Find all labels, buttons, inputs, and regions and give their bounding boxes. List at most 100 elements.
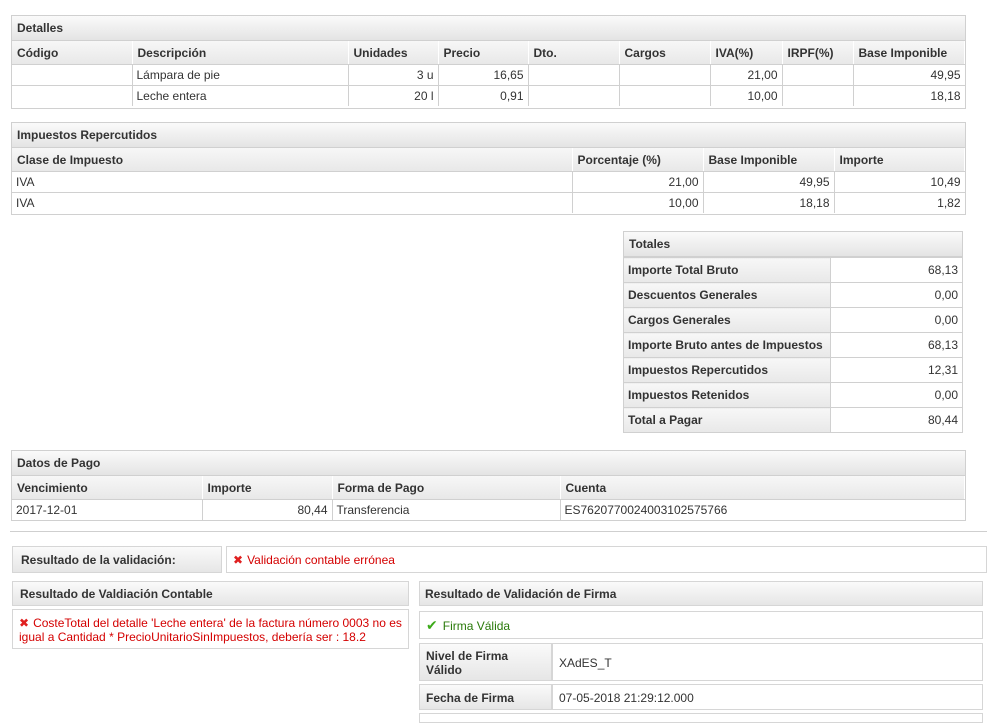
table-row: Impuestos Retenidos 0,00 [624, 382, 962, 408]
pago-panel: Datos de Pago Vencimiento Importe Forma … [11, 450, 966, 521]
cell-forma-pago: Transferencia [331, 499, 561, 520]
detalles-title: Detalles [12, 16, 965, 41]
cell-irpf [781, 64, 854, 86]
col-irpf: IRPF(%) [782, 41, 854, 65]
table-row: Lámpara de pie 3 u 16,65 21,00 49,95 [12, 64, 965, 86]
impuestos-table: Clase de Impuesto Porcentaje (%) Base Im… [12, 148, 965, 213]
cell-precio: 16,65 [437, 64, 529, 86]
col-cuenta: Cuenta [560, 476, 965, 500]
cell-porcentaje: 10,00 [571, 192, 704, 213]
col-vencimiento: Vencimiento [12, 476, 203, 500]
cell-dto [527, 85, 620, 106]
cell-base: 49,95 [852, 64, 965, 86]
cell-cargos [618, 85, 711, 106]
total-label: Importe Bruto antes de Impuestos [624, 332, 831, 358]
totales-panel: Totales Importe Total Bruto 68,13 Descue… [623, 231, 963, 433]
pago-header-row: Vencimiento Importe Forma de Pago Cuenta [12, 476, 965, 500]
col-importe: Importe [834, 148, 965, 172]
fecha-firma-label: Fecha de Firma [419, 684, 552, 710]
cell-dto [527, 64, 620, 86]
validation-result-value: ✖ Validación contable errónea [226, 546, 987, 573]
cell-precio: 0,91 [437, 85, 529, 106]
table-row: Impuestos Repercutidos 12,31 [624, 357, 962, 383]
cell-vencimiento: 2017-12-01 [12, 499, 203, 520]
nivel-firma-value: XAdES_T [559, 656, 612, 670]
cell-clase: IVA [12, 171, 573, 193]
col-precio: Precio [438, 41, 529, 65]
cell-irpf [781, 85, 854, 106]
validation-result-text: Validación contable errónea [247, 553, 395, 567]
col-base-imponible: Base Imponible [703, 148, 835, 172]
impuestos-panel: Impuestos Repercutidos Clase de Impuesto… [11, 122, 966, 215]
table-row: Descuentos Generales 0,00 [624, 282, 962, 308]
validation-result-label: Resultado de la validación: [12, 546, 222, 573]
total-value: 0,00 [829, 382, 962, 408]
error-x-icon: ✖ [233, 553, 244, 567]
total-value: 0,00 [829, 307, 962, 333]
impuestos-header-row: Clase de Impuesto Porcentaje (%) Base Im… [12, 148, 965, 172]
firma-result-text: Firma Válida [442, 619, 511, 633]
fecha-firma-value-box: 07-05-2018 21:29:12.000 [552, 684, 983, 710]
cell-descripcion: Lámpara de pie [131, 64, 349, 86]
nivel-firma-label: Nivel de Firma Válido [419, 643, 552, 681]
total-label: Cargos Generales [624, 307, 831, 333]
cell-clase: IVA [12, 192, 573, 213]
table-row: IVA 21,00 49,95 10,49 [12, 171, 965, 193]
check-icon: ✔ [426, 618, 438, 634]
cell-iva: 10,00 [709, 85, 783, 106]
total-label: Total a Pagar [624, 407, 831, 432]
fecha-firma-value: 07-05-2018 21:29:12.000 [559, 691, 694, 705]
next-row-partial [419, 713, 983, 723]
total-value: 68,13 [829, 332, 962, 358]
table-row: IVA 10,00 18,18 1,82 [12, 192, 965, 213]
col-unidades: Unidades [348, 41, 439, 65]
detalles-table: Código Descripción Unidades Precio Dto. … [12, 41, 965, 106]
col-iva: IVA(%) [710, 41, 783, 65]
cell-unidades: 20 l [347, 85, 439, 106]
impuestos-title: Impuestos Repercutidos [12, 123, 965, 148]
cell-iva: 21,00 [709, 64, 783, 86]
col-cargos: Cargos [619, 41, 711, 65]
total-value: 68,13 [829, 257, 962, 283]
pago-table: Vencimiento Importe Forma de Pago Cuenta… [12, 476, 965, 520]
nivel-firma-value-box: XAdES_T [552, 643, 983, 681]
cell-codigo [12, 85, 133, 106]
col-dto: Dto. [528, 41, 620, 65]
col-forma-pago: Forma de Pago [332, 476, 561, 500]
col-base-imponible: Base Imponible [853, 41, 965, 65]
contable-message: CosteTotal del detalle 'Leche entera' de… [19, 616, 402, 644]
total-label: Importe Total Bruto [624, 257, 831, 283]
totales-table: Importe Total Bruto 68,13 Descuentos Gen… [624, 257, 962, 432]
divider [10, 531, 987, 532]
cell-importe: 1,82 [833, 192, 965, 213]
total-value: 80,44 [829, 407, 962, 432]
cell-porcentaje: 21,00 [571, 171, 704, 193]
cell-cuenta: ES7620770024003102575766 [559, 499, 965, 520]
table-row: Leche entera 20 l 0,91 10,00 18,18 [12, 85, 965, 106]
cell-base: 18,18 [852, 85, 965, 106]
totales-title: Totales [624, 232, 962, 257]
col-importe: Importe [202, 476, 333, 500]
cell-base: 49,95 [702, 171, 835, 193]
table-row: Importe Total Bruto 68,13 [624, 257, 962, 283]
cell-unidades: 3 u [347, 64, 439, 86]
total-value: 0,00 [829, 282, 962, 308]
contable-title: Resultado de Valdiación Contable [12, 581, 409, 606]
col-porcentaje: Porcentaje (%) [572, 148, 704, 172]
contable-message-box: ✖ CosteTotal del detalle 'Leche entera' d… [12, 609, 409, 649]
total-label: Descuentos Generales [624, 282, 831, 308]
total-label: Impuestos Retenidos [624, 382, 831, 408]
firma-title: Resultado de Validación de Firma [419, 581, 983, 606]
detalles-panel: Detalles Código Descripción Unidades Pre… [11, 15, 966, 109]
cell-importe: 80,44 [201, 499, 333, 520]
col-descripcion: Descripción [132, 41, 349, 65]
pago-title: Datos de Pago [12, 451, 965, 476]
total-value: 12,31 [829, 357, 962, 383]
firma-result-box: ✔ Firma Válida [419, 611, 983, 639]
table-row: Cargos Generales 0,00 [624, 307, 962, 333]
table-row: Total a Pagar 80,44 [624, 407, 962, 432]
cell-descripcion: Leche entera [131, 85, 349, 106]
cell-codigo [12, 64, 133, 86]
total-label: Impuestos Repercutidos [624, 357, 831, 383]
error-x-icon: ✖ [19, 616, 30, 630]
